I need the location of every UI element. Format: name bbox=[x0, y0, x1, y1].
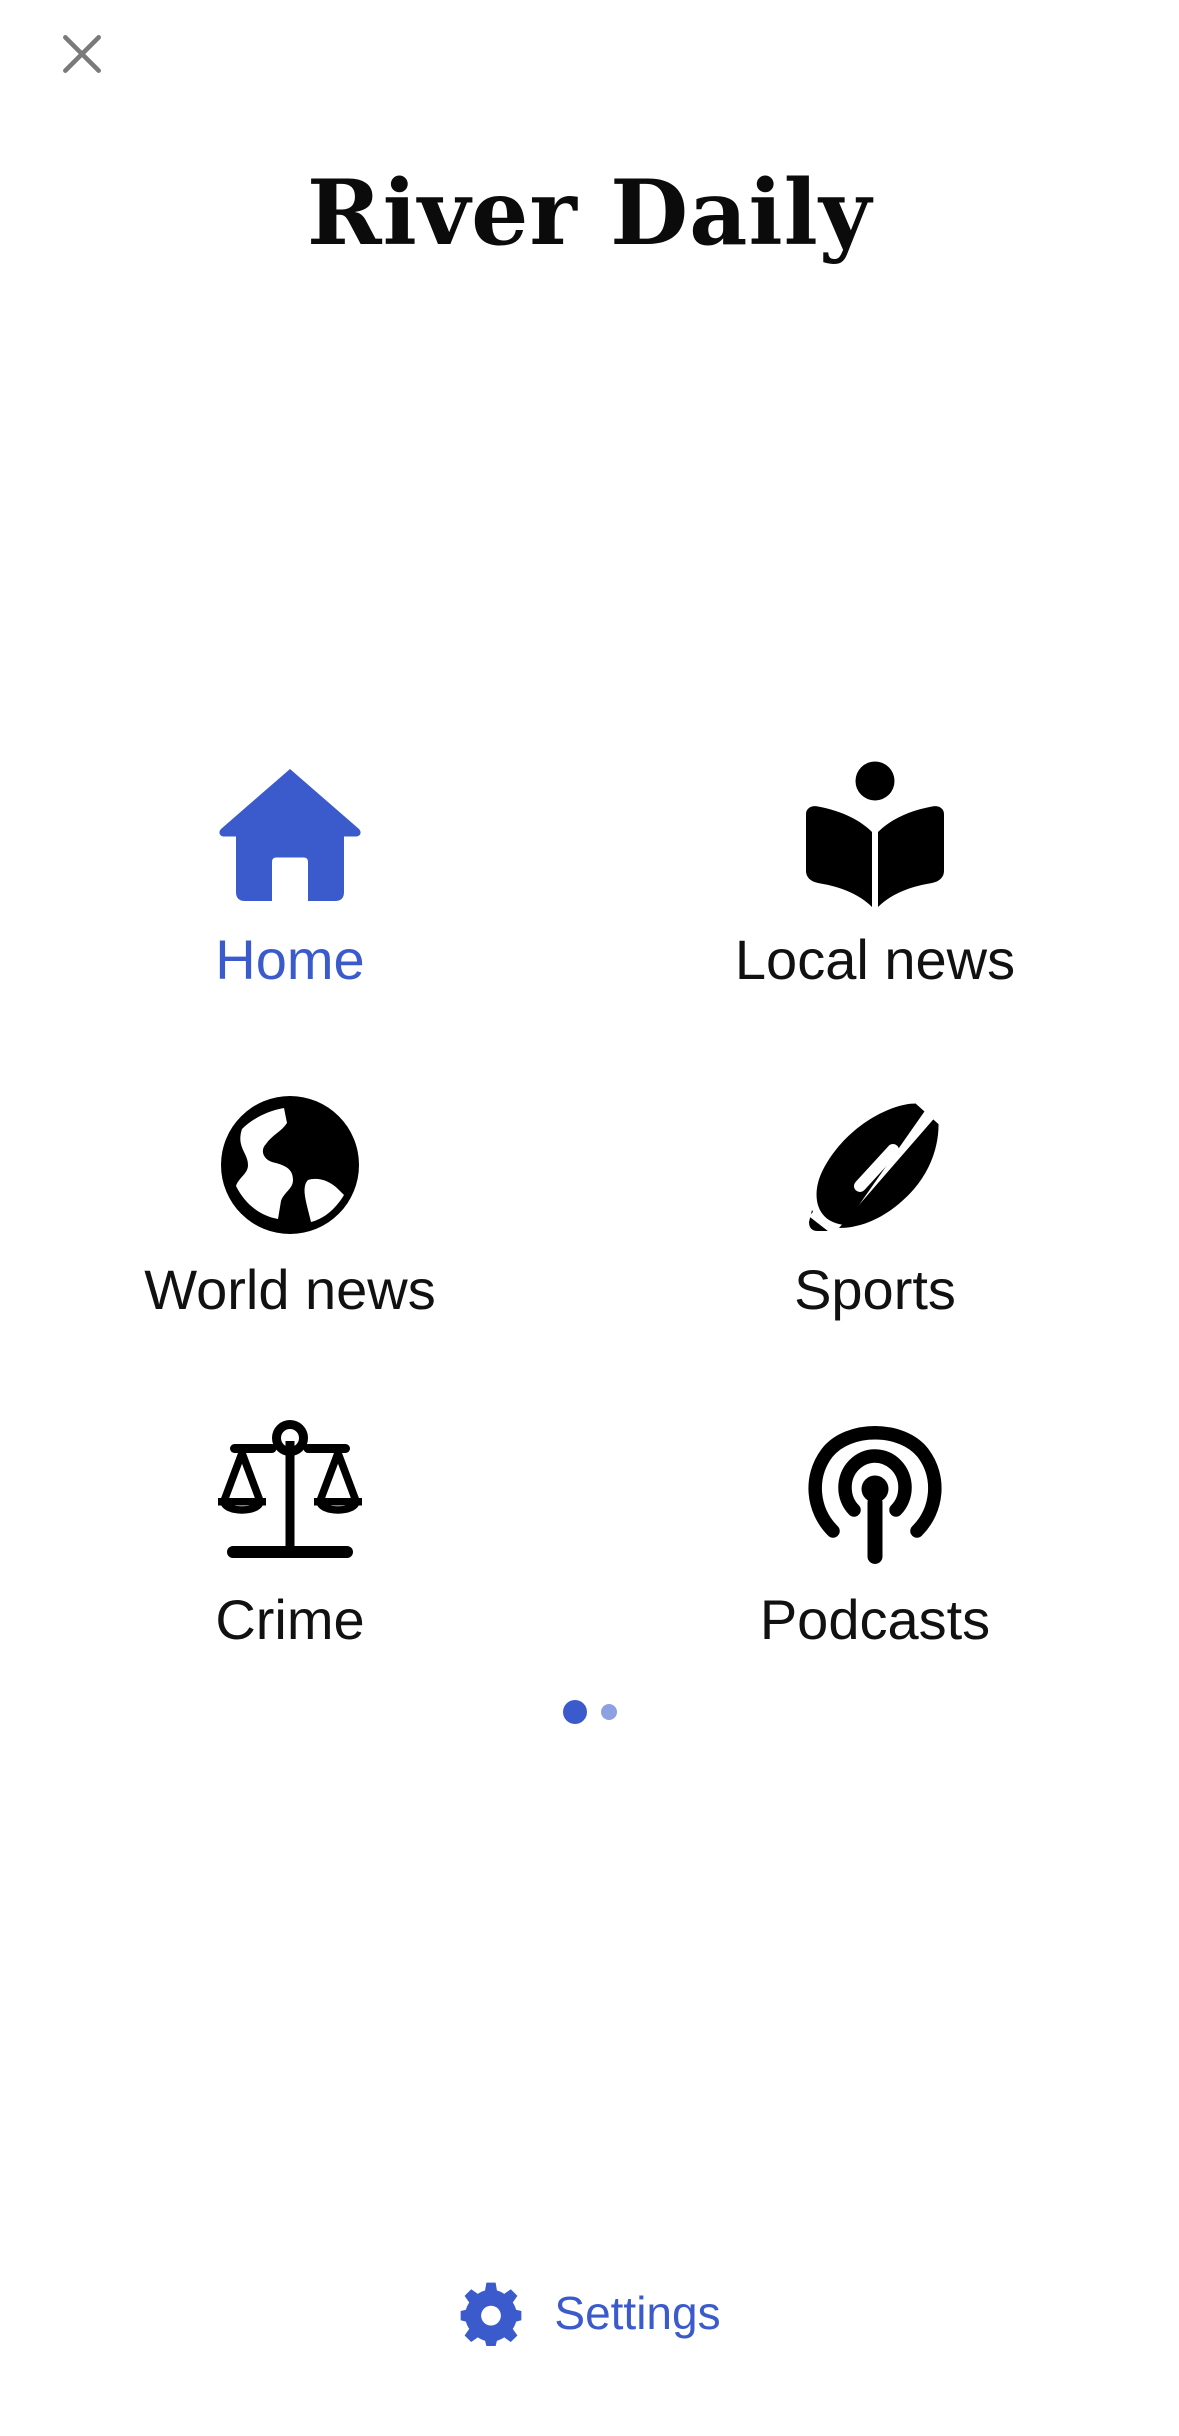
page-dot-active[interactable] bbox=[562, 1700, 587, 1724]
settings-button[interactable]: Settings bbox=[0, 2280, 1179, 2346]
menu-item-world-news[interactable]: World news bbox=[50, 1085, 530, 1365]
reader-book-icon bbox=[795, 755, 955, 915]
menu-item-label: Sports bbox=[794, 1258, 956, 1321]
menu-item-sports[interactable]: Sports bbox=[635, 1085, 1115, 1365]
menu-item-podcasts[interactable]: Podcasts bbox=[635, 1415, 1115, 1695]
menu-item-label: World news bbox=[144, 1258, 436, 1321]
podcast-icon bbox=[795, 1415, 955, 1575]
close-icon bbox=[63, 35, 101, 73]
menu-item-crime[interactable]: Crime bbox=[50, 1415, 530, 1695]
page-indicator bbox=[0, 1700, 1179, 1724]
navigation-menu: River Daily Home Local news World news S… bbox=[0, 0, 1179, 2436]
menu-item-home[interactable]: Home bbox=[50, 755, 530, 1035]
gear-icon bbox=[461, 2282, 522, 2346]
menu-item-label: Local news bbox=[734, 928, 1016, 991]
close-button[interactable] bbox=[52, 24, 112, 84]
app-title: River Daily bbox=[306, 160, 873, 266]
page-dot[interactable] bbox=[600, 1704, 617, 1720]
scales-icon bbox=[210, 1415, 370, 1575]
menu-item-label: Home bbox=[215, 928, 365, 991]
settings-label: Settings bbox=[554, 2287, 721, 2339]
menu-item-label: Crime bbox=[215, 1588, 365, 1651]
globe-icon bbox=[210, 1085, 370, 1245]
home-icon bbox=[210, 755, 370, 915]
football-icon bbox=[795, 1085, 955, 1245]
menu-item-label: Podcasts bbox=[759, 1588, 991, 1651]
menu-item-local-news[interactable]: Local news bbox=[635, 755, 1115, 1035]
